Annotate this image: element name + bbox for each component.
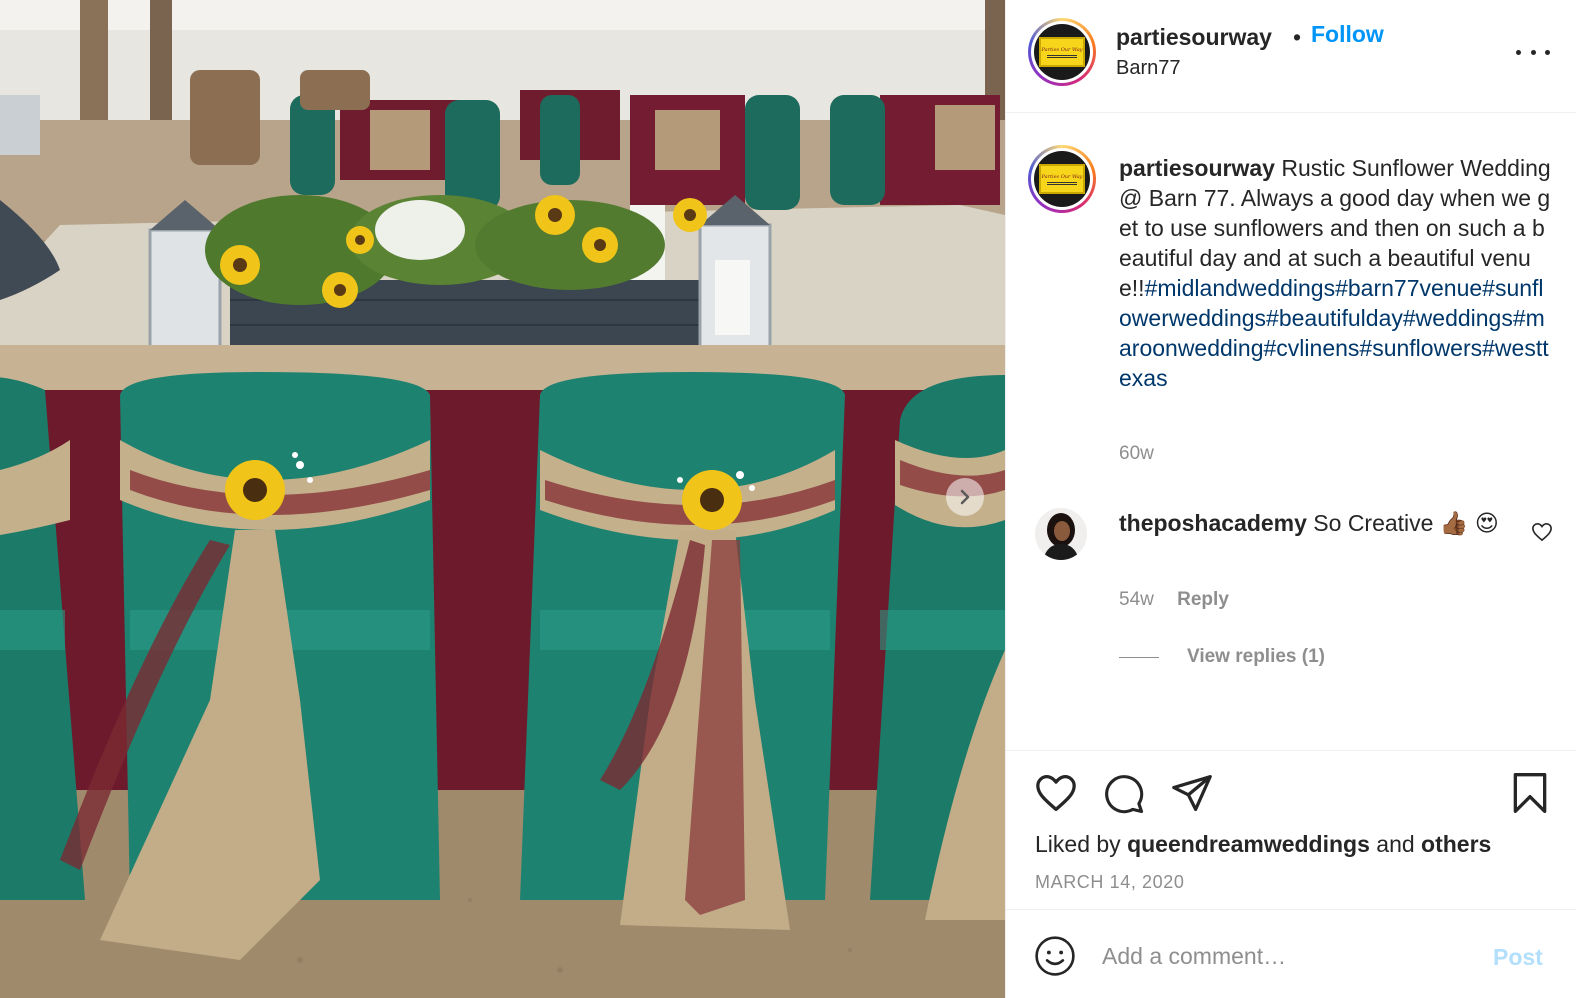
post-date[interactable]: MARCH 14, 2020 [1035, 872, 1184, 893]
view-replies-button[interactable]: View replies (1) [1119, 646, 1325, 668]
location-link[interactable]: Barn77 [1116, 57, 1181, 80]
hashtag-link[interactable]: #sunflowers [1359, 335, 1482, 361]
caption-text: partiesourway Rustic Sunflower Wedding @… [1119, 153, 1551, 393]
author-username[interactable]: partiesourway [1116, 24, 1272, 51]
add-comment-bar: Post [1006, 909, 1576, 998]
hashtag-link[interactable]: #cvlinens [1264, 335, 1360, 361]
comment-body: So Creative 👍🏾 😍 [1313, 510, 1499, 536]
comment-like-icon[interactable] [1531, 522, 1553, 547]
caption-username[interactable]: partiesourway [1119, 155, 1275, 181]
post-photo[interactable] [0, 0, 1005, 998]
liked-by-others[interactable]: others [1421, 831, 1491, 857]
comment-icon[interactable] [1102, 773, 1146, 820]
more-options-icon[interactable] [1516, 42, 1550, 62]
hashtag-link[interactable]: #weddings [1403, 305, 1513, 331]
liked-by-prefix: Liked by [1035, 831, 1121, 857]
liked-by-and: and [1376, 831, 1415, 857]
post-sidebar: Parties Our Way partiesourway • Follow B… [1005, 0, 1576, 998]
caption-timestamp[interactable]: 60w [1119, 443, 1154, 465]
emoji-icon[interactable] [1034, 935, 1076, 982]
caption-avatar[interactable]: Parties Our Way [1028, 145, 1096, 213]
comment-text: theposhacademy So Creative 👍🏾 😍 [1119, 508, 1519, 538]
post-header: Parties Our Way partiesourway • Follow B… [1006, 0, 1576, 113]
separator-dot: • [1293, 24, 1302, 50]
next-photo-button[interactable] [946, 478, 984, 516]
comment-input[interactable] [1102, 936, 1482, 976]
share-icon[interactable] [1170, 773, 1214, 818]
save-icon[interactable] [1510, 771, 1550, 820]
commenter-avatar[interactable] [1035, 508, 1087, 560]
chevron-right-icon [960, 489, 970, 505]
wedding-photo-illustration [0, 0, 1005, 998]
commenter-username[interactable]: theposhacademy [1119, 510, 1307, 536]
logo-text: Parties Our Way [1041, 46, 1083, 53]
reply-button[interactable]: Reply [1177, 589, 1229, 610]
hashtag-link[interactable]: #barn77venue [1335, 275, 1482, 301]
caption-hashtags: #midlandweddings#barn77venue#sunflowerwe… [1119, 275, 1549, 391]
hashtag-link[interactable]: #beautifulday [1266, 305, 1403, 331]
view-replies-label: View replies (1) [1187, 646, 1325, 667]
liked-by-user[interactable]: queendreamweddings [1127, 831, 1370, 857]
brand-logo: Parties Our Way [1039, 164, 1085, 194]
logo-text: Parties Our Way [1041, 173, 1083, 180]
replies-divider [1119, 656, 1159, 658]
comment-meta: 54w Reply [1119, 589, 1229, 611]
commenter-photo [1035, 508, 1087, 560]
author-avatar[interactable]: Parties Our Way [1028, 18, 1096, 86]
like-icon[interactable] [1034, 773, 1078, 818]
post-actions: Liked by queendreamweddings and others M… [1006, 750, 1576, 910]
brand-logo: Parties Our Way [1039, 37, 1085, 67]
hashtag-link[interactable]: #midlandweddings [1145, 275, 1336, 301]
comment-timestamp[interactable]: 54w [1119, 589, 1154, 610]
liked-by: Liked by queendreamweddings and others [1035, 831, 1491, 858]
post-comment-button[interactable]: Post [1493, 944, 1543, 971]
follow-button[interactable]: Follow [1311, 21, 1384, 48]
